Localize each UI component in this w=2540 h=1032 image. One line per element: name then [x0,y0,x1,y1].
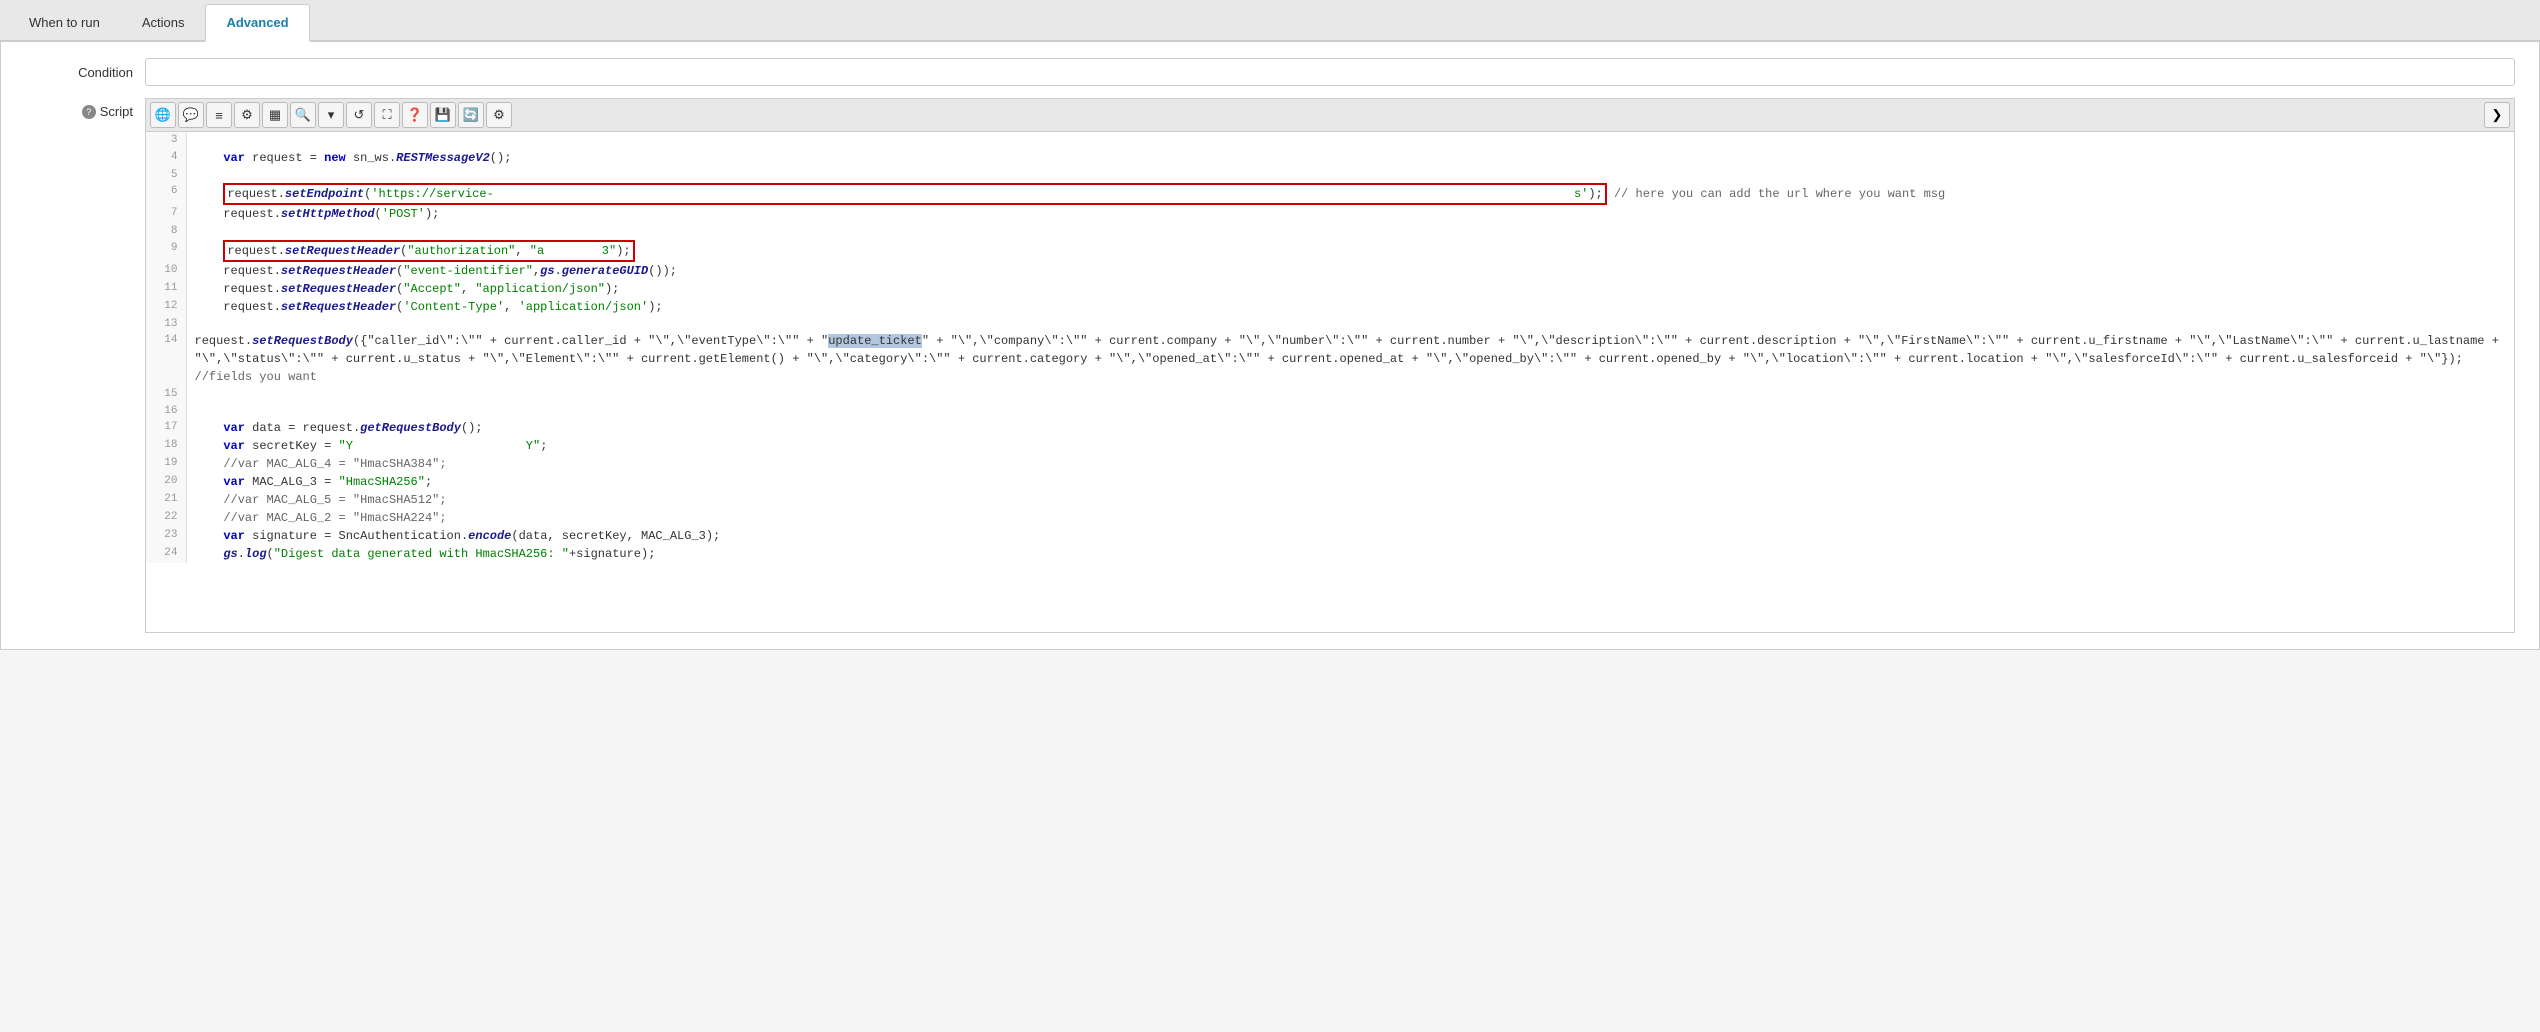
line-number: 15 [146,386,186,403]
line-number: 20 [146,473,186,491]
line-code: request.setHttpMethod('POST'); [186,205,2514,223]
table-row: 17 var data = request.getRequestBody(); [146,419,2514,437]
table-row: 7 request.setHttpMethod('POST'); [146,205,2514,223]
toolbar-fullscreen-btn[interactable]: ⛶ [374,102,400,128]
line-number: 3 [146,132,186,149]
line-number: 19 [146,455,186,473]
toolbar-search-btn[interactable]: 🔍 [290,102,316,128]
line-code-body: request.setRequestBody({"caller_id\":\""… [186,332,2514,386]
toolbar-table-btn[interactable]: ▦ [262,102,288,128]
line-number: 23 [146,527,186,545]
toolbar-gear-btn[interactable]: ⚙ [486,102,512,128]
table-row: 21 //var MAC_ALG_5 = "HmacSHA512"; [146,491,2514,509]
table-row: 14 request.setRequestBody({"caller_id\":… [146,332,2514,386]
line-number: 10 [146,262,186,280]
toolbar-refresh-btn[interactable]: 🔄 [458,102,484,128]
line-number: 5 [146,167,186,184]
script-editor-container: 🌐 💬 ≡ ⚙ ▦ 🔍 ▾ ↺ ⛶ [145,98,2515,633]
line-number: 17 [146,419,186,437]
line-number: 8 [146,223,186,240]
line-code [186,316,2514,333]
script-label-text: Script [100,104,133,119]
line-code [186,386,2514,403]
script-toolbar: 🌐 💬 ≡ ⚙ ▦ 🔍 ▾ ↺ ⛶ [146,99,2514,132]
line-number: 22 [146,509,186,527]
toolbar-comment-btn[interactable]: 💬 [178,102,204,128]
table-row: 10 request.setRequestHeader("event-ident… [146,262,2514,280]
code-table: 3 4 var request = new sn_ws.RESTMessageV… [146,132,2514,563]
script-row: ? Script 🌐 💬 ≡ ⚙ ▦ 🔍 [25,98,2515,633]
table-row: 24 gs.log("Digest data generated with Hm… [146,545,2514,563]
table-row: 18 var secretKey = "Y Y"; [146,437,2514,455]
table-row: 15 [146,386,2514,403]
line-number: 9 [146,240,186,262]
condition-row: Condition [25,58,2515,86]
line-code: //var MAC_ALG_5 = "HmacSHA512"; [186,491,2514,509]
help-icon[interactable]: ? [82,105,96,119]
line-code: var MAC_ALG_3 = "HmacSHA256"; [186,473,2514,491]
tab-bar: When to run Actions Advanced [0,0,2540,42]
line-code: var request = new sn_ws.RESTMessageV2(); [186,149,2514,167]
line-code: request.setRequestHeader("event-identifi… [186,262,2514,280]
tab-actions[interactable]: Actions [121,4,206,40]
toolbar-list-btn[interactable]: ≡ [206,102,232,128]
tab-when-to-run[interactable]: When to run [8,4,121,40]
line-code: var data = request.getRequestBody(); [186,419,2514,437]
condition-label: Condition [25,65,145,80]
line-code [186,132,2514,149]
table-row: 16 [146,403,2514,420]
line-code: request.setRequestHeader("Accept", "appl… [186,280,2514,298]
line-number: 7 [146,205,186,223]
line-code: gs.log("Digest data generated with HmacS… [186,545,2514,563]
table-row: 3 [146,132,2514,149]
toolbar-dropdown-btn[interactable]: ▾ [318,102,344,128]
line-code [186,167,2514,184]
table-row: 12 request.setRequestHeader('Content-Typ… [146,298,2514,316]
table-row: 6 request.setEndpoint('https://service- [146,183,2514,205]
main-container: When to run Actions Advanced Condition ?… [0,0,2540,1032]
line-number: 18 [146,437,186,455]
table-row: 20 var MAC_ALG_3 = "HmacSHA256"; [146,473,2514,491]
line-code: var signature = SncAuthentication.encode… [186,527,2514,545]
line-number: 13 [146,316,186,333]
toolbar-globe-btn[interactable]: 🌐 [150,102,176,128]
line-number: 11 [146,280,186,298]
line-number: 6 [146,183,186,205]
code-editor[interactable]: 3 4 var request = new sn_ws.RESTMessageV… [146,132,2514,632]
main-content-area: Condition ? Script 🌐 💬 ≡ ⚙ [0,42,2540,650]
table-row: 13 [146,316,2514,333]
line-code: //var MAC_ALG_4 = "HmacSHA384"; [186,455,2514,473]
table-row: 22 //var MAC_ALG_2 = "HmacSHA224"; [146,509,2514,527]
table-row: 5 [146,167,2514,184]
line-code: //var MAC_ALG_2 = "HmacSHA224"; [186,509,2514,527]
line-code-highlighted-auth: request.setRequestHeader("authorization"… [186,240,2514,262]
line-code-highlighted-endpoint: request.setEndpoint('https://service- s'… [186,183,2514,205]
toolbar-settings-btn[interactable]: ⚙ [234,102,260,128]
line-number: 21 [146,491,186,509]
toolbar-save-btn[interactable]: 💾 [430,102,456,128]
table-row: 19 //var MAC_ALG_4 = "HmacSHA384"; [146,455,2514,473]
table-row: 8 [146,223,2514,240]
condition-input[interactable] [145,58,2515,86]
script-label-container: ? Script [25,98,145,119]
toolbar-help-btn[interactable]: ❓ [402,102,428,128]
line-number: 24 [146,545,186,563]
line-number: 14 [146,332,186,386]
toolbar-expand-btn[interactable]: ❯ [2484,102,2510,128]
line-number: 12 [146,298,186,316]
line-number: 16 [146,403,186,420]
table-row: 11 request.setRequestHeader("Accept", "a… [146,280,2514,298]
line-number: 4 [146,149,186,167]
tab-advanced[interactable]: Advanced [205,4,309,42]
line-code [186,403,2514,420]
line-code: var secretKey = "Y Y"; [186,437,2514,455]
table-row: 4 var request = new sn_ws.RESTMessageV2(… [146,149,2514,167]
table-row: 23 var signature = SncAuthentication.enc… [146,527,2514,545]
table-row: 9 request.setRequestHeader("authorizatio… [146,240,2514,262]
line-code [186,223,2514,240]
line-code: request.setRequestHeader('Content-Type',… [186,298,2514,316]
toolbar-undo-btn[interactable]: ↺ [346,102,372,128]
